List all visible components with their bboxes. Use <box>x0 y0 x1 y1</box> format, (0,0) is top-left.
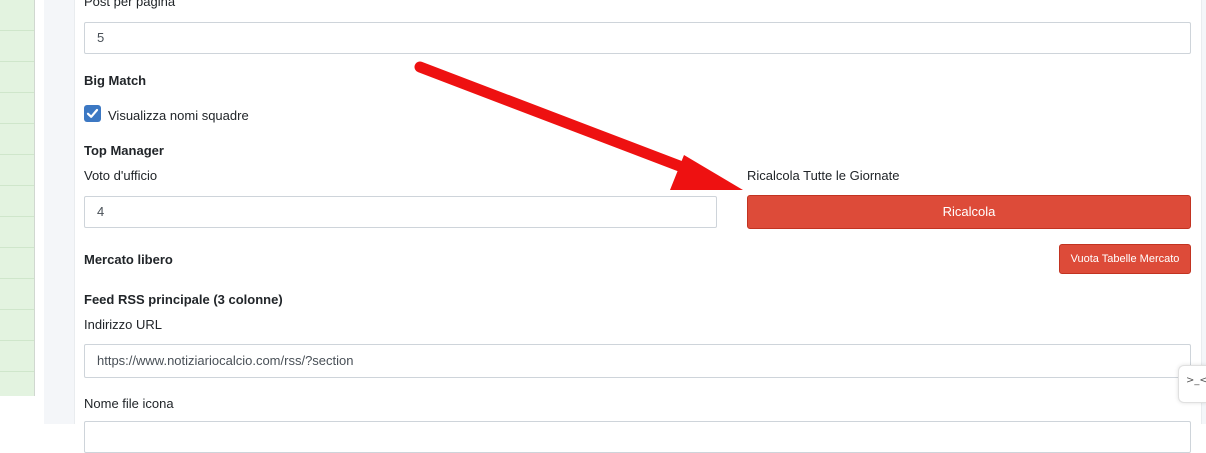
vuota-tabelle-mercato-button[interactable]: Vuota Tabelle Mercato <box>1059 244 1191 274</box>
visualizza-nomi-checkbox[interactable] <box>84 105 101 122</box>
ricalcola-giornate-label: Ricalcola Tutte le Giornate <box>747 168 900 183</box>
floating-widget[interactable]: >_< <box>1178 365 1206 403</box>
voto-ufficio-input[interactable]: 4 <box>84 196 717 228</box>
sidebar-divider <box>34 0 35 396</box>
sidebar-strip <box>0 0 34 396</box>
widget-icon: >_< <box>1186 375 1206 386</box>
post-per-pagina-input[interactable]: 5 <box>84 22 1191 54</box>
check-icon <box>86 108 99 118</box>
post-per-pagina-label: Post per pagina <box>84 0 176 9</box>
top-manager-heading: Top Manager <box>84 143 164 158</box>
voto-ufficio-label: Voto d'ufficio <box>84 168 158 183</box>
nome-file-icona-input[interactable] <box>84 421 1191 453</box>
indirizzo-url-label: Indirizzo URL <box>84 317 163 332</box>
feed-rss-heading: Feed RSS principale (3 colonne) <box>84 292 283 307</box>
ricalcola-button[interactable]: Ricalcola <box>747 195 1191 229</box>
mercato-libero-heading: Mercato libero <box>84 252 173 267</box>
big-match-heading: Big Match <box>84 73 147 88</box>
indirizzo-url-input[interactable]: https://www.notiziariocalcio.com/rss/?se… <box>84 344 1191 378</box>
visualizza-nomi-label: Visualizza nomi squadre <box>108 108 249 123</box>
nome-file-icona-label: Nome file icona <box>84 396 174 411</box>
